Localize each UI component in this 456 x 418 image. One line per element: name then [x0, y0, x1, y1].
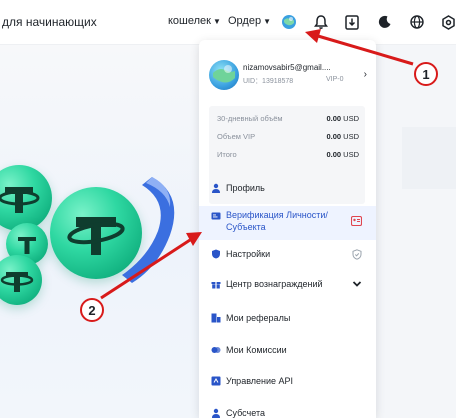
theme-toggle-button[interactable]: [375, 12, 395, 32]
chevron-down-icon: [352, 281, 362, 287]
globe-avatar-icon: [282, 15, 296, 29]
stat-row: Объем VIP 0.00 USD: [217, 132, 359, 146]
menu-item-verification[interactable]: Верификация Личности/ Субъекта: [199, 206, 376, 240]
user-avatar: [209, 60, 239, 90]
menu-item-rewards[interactable]: Центр вознаграждений: [199, 270, 376, 300]
account-email: nizamovsabir5@gmail....: [243, 63, 331, 72]
order-menu[interactable]: Ордер ▼: [228, 15, 271, 27]
commission-icon: [211, 347, 221, 353]
menu-item-commissions[interactable]: Мои Комиссии: [199, 335, 376, 365]
api-icon: [211, 376, 221, 386]
id-card-icon: [211, 212, 221, 220]
gear-icon: [441, 14, 455, 30]
menu-label: Мои Комиссии: [226, 345, 287, 355]
language-button[interactable]: [407, 12, 427, 32]
account-summary[interactable]: nizamovsabir5@gmail.... UID：13918578 VIP…: [209, 52, 367, 100]
stat-row: 30-дневный объём 0.00 USD: [217, 114, 359, 128]
menu-label: Настройки: [226, 249, 271, 259]
menu-label: Верификация Личности/ Субъекта: [226, 210, 328, 232]
stat-value: 0.00 USD: [326, 114, 359, 123]
globe-icon: [410, 15, 424, 29]
tether-coin-image: [0, 165, 52, 231]
tether-coin-image: [0, 255, 42, 305]
menu-label: Субсчета: [226, 408, 265, 418]
menu-label: Управление API: [226, 376, 294, 386]
menu-label: Мои рефералы: [226, 313, 291, 323]
account-uid: UID：13918578: [243, 78, 294, 85]
nav-beginners-link[interactable]: для начинающих: [2, 15, 97, 29]
download-icon: [345, 14, 359, 30]
ribbon-decoration: [122, 177, 175, 283]
menu-item-settings[interactable]: Настройки: [199, 240, 376, 270]
referral-icon: [211, 313, 221, 323]
stat-row: Итого 0.00 USD: [217, 150, 359, 164]
stat-label: 30-дневный объём: [217, 114, 283, 123]
gift-icon: [211, 282, 221, 289]
callout-badge-1: 1: [414, 62, 438, 86]
wallet-menu-label: кошелек: [168, 15, 211, 27]
top-navbar: для начинающих кошелек ▼ Ордер ▼: [0, 0, 456, 45]
caret-down-icon: ▼: [263, 17, 271, 26]
content-panel: [402, 127, 456, 189]
user-icon: [212, 183, 220, 193]
vip-level: VIP-0: [326, 76, 344, 83]
download-button[interactable]: [342, 12, 362, 32]
menu-label: Профиль: [226, 183, 265, 193]
shield-gear-icon: [212, 249, 220, 259]
stat-value: 0.00 USD: [326, 150, 359, 159]
notification-bell-button[interactable]: [311, 12, 331, 32]
bell-icon: [314, 14, 328, 29]
order-menu-label: Ордер: [228, 15, 262, 27]
stat-label: Итого: [217, 150, 237, 159]
menu-item-profile[interactable]: Профиль: [199, 173, 376, 203]
menu-item-referrals[interactable]: Мои рефералы: [199, 303, 376, 333]
moon-icon: [378, 15, 391, 28]
settings-button[interactable]: [438, 12, 456, 32]
wallet-menu[interactable]: кошелек ▼: [168, 15, 221, 27]
menu-label: Центр вознаграждений: [226, 279, 323, 289]
stat-value: 0.00 USD: [326, 132, 359, 141]
shield-icon: [352, 249, 362, 260]
account-dropdown: nizamovsabir5@gmail.... UID：13918578 VIP…: [199, 40, 376, 418]
account-avatar-button[interactable]: [279, 12, 299, 32]
content-background: [376, 45, 456, 418]
caret-down-icon: ▼: [212, 17, 221, 26]
callout-badge-2: 2: [80, 298, 104, 322]
users-icon: [212, 408, 220, 418]
verification-badge-icon: [351, 216, 362, 226]
stat-label: Объем VIP: [217, 132, 256, 141]
chevron-right-icon: ›: [363, 69, 367, 80]
menu-item-api[interactable]: Управление API: [199, 366, 376, 396]
menu-item-subaccounts[interactable]: Субсчета: [199, 398, 376, 418]
